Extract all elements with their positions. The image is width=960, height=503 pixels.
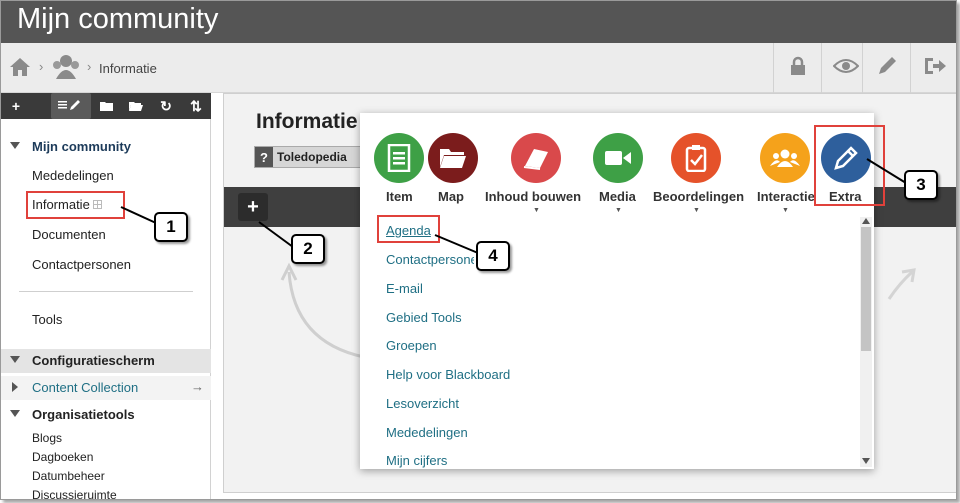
callout-badge-1: 1 <box>154 212 188 242</box>
callout-badge-3: 3 <box>904 170 938 200</box>
app-window: Mijn community › › Informatie + ↻ ⇅ Mijn… <box>0 0 957 500</box>
callout-badge-4: 4 <box>476 241 510 271</box>
callout-badge-2: 2 <box>291 234 325 264</box>
